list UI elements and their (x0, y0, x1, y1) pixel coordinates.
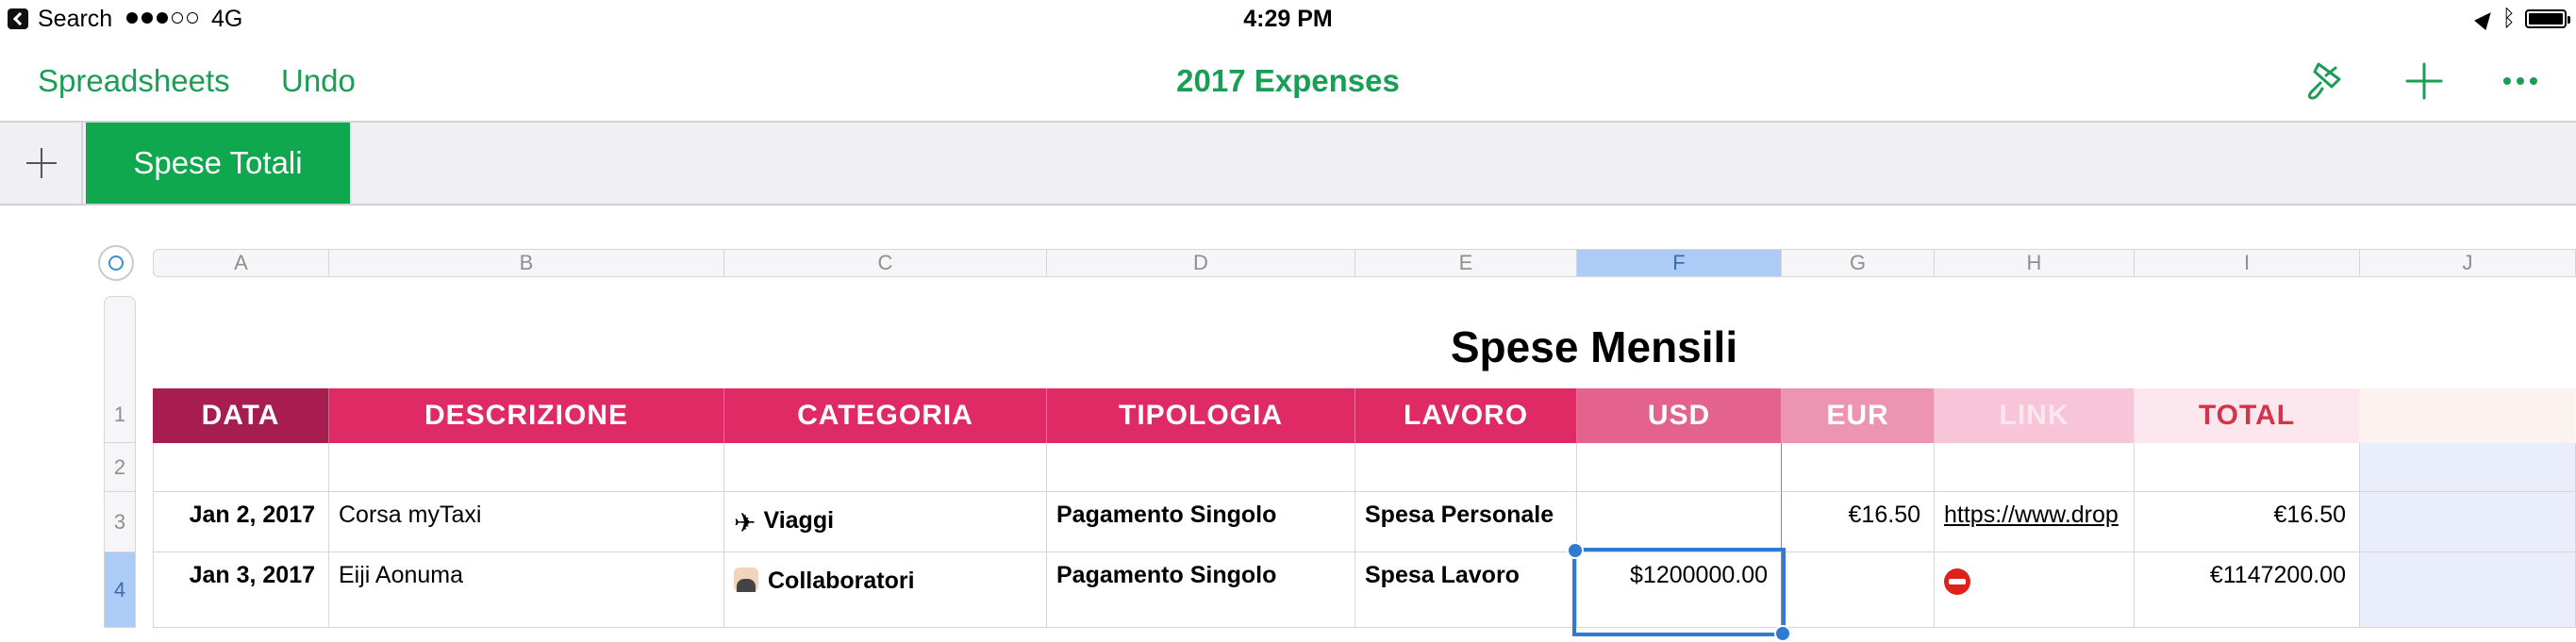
cell-category: Viaggi (763, 507, 835, 534)
select-table-handle[interactable] (98, 245, 134, 281)
clock: 4:29 PM (1243, 6, 1333, 32)
cell-h4[interactable] (1935, 552, 2135, 628)
cell-d4[interactable]: Pagamento Singolo (1047, 552, 1355, 628)
cell-b3[interactable]: Corsa myTaxi (329, 492, 724, 552)
cell-type: Pagamento Singolo (1056, 502, 1277, 528)
status-bar: Search 4G 4:29 PM ᛒ (0, 0, 2576, 38)
cell-a3[interactable]: Jan 2, 2017 (153, 492, 329, 552)
spreadsheet-canvas[interactable]: A B C D E F G H I J 1 2 3 4 Spese Mensil… (0, 206, 2576, 642)
column-header-d[interactable]: D (1047, 249, 1355, 277)
bluetooth-icon: ᛒ (2501, 6, 2516, 31)
cell-h3[interactable]: https://www.drop (1935, 492, 2135, 552)
sheet-title[interactable]: Spese Mensili (1226, 319, 1962, 375)
cell-i4[interactable]: €1147200.00 (2135, 552, 2360, 628)
add-sheet-button[interactable] (0, 123, 83, 204)
header-cell-descrizione[interactable]: DESCRIZIONE (329, 388, 724, 443)
header-cell-data[interactable]: DATA (153, 388, 329, 443)
header-cell-usd[interactable]: USD (1577, 388, 1782, 443)
header-cell-link[interactable]: LINK (1935, 388, 2135, 443)
column-header-i[interactable]: I (2135, 249, 2360, 277)
cell-h2[interactable] (1935, 443, 2135, 492)
cell-work: Spesa Personale (1365, 502, 1554, 528)
cell-total: €1147200.00 (2209, 562, 2346, 588)
cell-j2[interactable] (2360, 443, 2576, 492)
cell-date: Jan 3, 2017 (189, 562, 315, 588)
location-arrow-icon (2473, 7, 2497, 31)
cell-c4[interactable]: Collaboratori (724, 552, 1047, 628)
spreadsheets-button[interactable]: Spreadsheets (38, 62, 230, 100)
column-header-e[interactable]: E (1355, 249, 1577, 277)
cell-eur: €16.50 (1848, 502, 1920, 528)
row-header-title-area (104, 296, 136, 387)
undo-button[interactable]: Undo (281, 62, 356, 100)
cell-j3[interactable] (2360, 492, 2576, 552)
header-cell-j[interactable] (2360, 388, 2576, 443)
cell-g3[interactable]: €16.50 (1782, 492, 1935, 552)
plus-icon[interactable] (2398, 55, 2451, 107)
cell-b4[interactable]: Eiji Aonuma (329, 552, 724, 628)
cell-work: Spesa Lavoro (1365, 562, 1520, 588)
battery-icon (2525, 9, 2570, 28)
cell-b2[interactable] (329, 443, 724, 492)
cell-f4[interactable]: $1200000.00 (1577, 552, 1782, 628)
cell-description: Eiji Aonuma (339, 562, 464, 588)
column-header-j[interactable]: J (2360, 249, 2576, 277)
cell-e3[interactable]: Spesa Personale (1355, 492, 1577, 552)
cell-type: Pagamento Singolo (1056, 562, 1277, 588)
row-header-3[interactable]: 3 (104, 492, 136, 552)
cell-d2[interactable] (1047, 443, 1355, 492)
cell-j4[interactable] (2360, 552, 2576, 628)
person-at-computer-icon (734, 568, 758, 592)
paintbrush-icon[interactable] (2298, 55, 2351, 107)
row-header-2[interactable]: 2 (104, 443, 136, 492)
table-row: Jan 3, 2017 Eiji Aonuma Collaboratori Pa… (153, 552, 2576, 628)
airplane-icon: ✈ (734, 508, 756, 537)
row-header-4[interactable]: 4 (104, 552, 136, 628)
sheet-tab-bar: Spese Totali (0, 123, 2576, 206)
row-header-1[interactable]: 1 (104, 387, 136, 443)
table-row (153, 443, 2576, 492)
cell-e4[interactable]: Spesa Lavoro (1355, 552, 1577, 628)
cell-a2[interactable] (153, 443, 329, 492)
cell-e2[interactable] (1355, 443, 1577, 492)
cell-f3[interactable] (1577, 492, 1782, 552)
cell-a4[interactable]: Jan 3, 2017 (153, 552, 329, 628)
expenses-table: DATA DESCRIZIONE CATEGORIA TIPOLOGIA LAV… (153, 388, 2576, 628)
header-cell-lavoro[interactable]: LAVORO (1355, 388, 1577, 443)
column-header-c[interactable]: C (724, 249, 1047, 277)
toolbar: Spreadsheets Undo 2017 Expenses (0, 38, 2576, 123)
cell-description: Corsa myTaxi (339, 502, 482, 528)
column-header-h[interactable]: H (1935, 249, 2135, 277)
cell-category: Collaboratori (768, 568, 915, 594)
cell-g4[interactable] (1782, 552, 1935, 628)
column-headers: A B C D E F G H I J (153, 249, 2576, 277)
cell-i2[interactable] (2135, 443, 2360, 492)
header-cell-categoria[interactable]: CATEGORIA (724, 388, 1047, 443)
cell-d3[interactable]: Pagamento Singolo (1047, 492, 1355, 552)
column-header-f[interactable]: F (1577, 249, 1782, 277)
header-cell-tipologia[interactable]: TIPOLOGIA (1047, 388, 1355, 443)
column-header-a[interactable]: A (153, 249, 329, 277)
cell-date: Jan 2, 2017 (189, 502, 315, 528)
row-headers: 1 2 3 4 (104, 387, 136, 628)
header-cell-total[interactable]: TOTAL (2135, 388, 2360, 443)
cell-total: €16.50 (2273, 502, 2346, 528)
cell-c2[interactable] (724, 443, 1047, 492)
cell-link[interactable]: https://www.drop (1944, 502, 2119, 529)
cell-f2[interactable] (1577, 443, 1782, 492)
tab-spese-totali[interactable]: Spese Totali (86, 123, 350, 204)
document-title[interactable]: 2017 Expenses (1176, 63, 1400, 98)
table-row: Jan 2, 2017 Corsa myTaxi ✈ Viaggi Pagamen… (153, 492, 2576, 552)
cell-g2[interactable] (1782, 443, 1935, 492)
column-header-b[interactable]: B (329, 249, 724, 277)
no-entry-icon (1944, 568, 1970, 596)
cell-c3[interactable]: ✈ Viaggi (724, 492, 1047, 552)
column-header-g[interactable]: G (1782, 249, 1935, 277)
cell-usd: $1200000.00 (1630, 562, 1768, 588)
table-header-row: DATA DESCRIZIONE CATEGORIA TIPOLOGIA LAV… (153, 388, 2576, 443)
cell-i3[interactable]: €16.50 (2135, 492, 2360, 552)
header-cell-eur[interactable]: EUR (1782, 388, 1935, 443)
more-icon[interactable] (2494, 55, 2547, 107)
